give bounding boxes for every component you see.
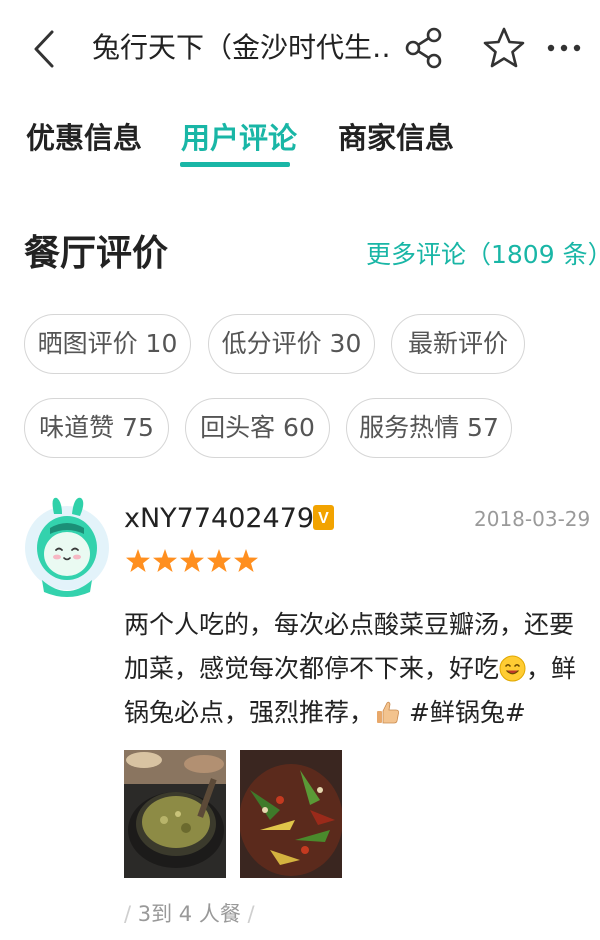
- avatar[interactable]: [24, 494, 110, 598]
- verified-badge-icon: V: [313, 505, 334, 530]
- more-reviews-link[interactable]: 更多评论（1809 条）: [366, 238, 600, 272]
- filter-chip-latest[interactable]: 最新评价: [391, 314, 525, 374]
- tab-bar: 优惠信息 用户评论 商家信息: [0, 112, 600, 172]
- review-text-part: #鲜锅兔#: [401, 698, 526, 727]
- filter-chip-returning[interactable]: 回头客 60: [185, 398, 330, 458]
- review-date: 2018-03-29: [474, 507, 591, 531]
- back-icon[interactable]: [30, 28, 62, 70]
- review-photo-soup[interactable]: [124, 750, 226, 878]
- review-photo-stir-fry[interactable]: [240, 750, 342, 878]
- review-text: 两个人吃的，每次必点酸菜豆瓣汤，还要加菜，感觉每次都停不下来，好吃 ，鲜锅兔必点…: [124, 603, 584, 735]
- share-icon[interactable]: [404, 26, 444, 70]
- star-icon: [153, 549, 177, 572]
- meal-size-tag: / 3到 4 人餐 /: [124, 902, 255, 926]
- star-icon: [234, 549, 258, 572]
- filter-chip-good-service[interactable]: 服务热情 57: [346, 398, 512, 458]
- rating-stars: [126, 549, 258, 572]
- tab-user-reviews[interactable]: 用户评论: [181, 118, 297, 158]
- star-icon: [126, 549, 150, 572]
- favorite-star-icon[interactable]: [482, 26, 526, 70]
- active-tab-indicator: [180, 162, 290, 167]
- tab-merchant-info[interactable]: 商家信息: [338, 118, 454, 158]
- filter-chip-low-rating[interactable]: 低分评价 30: [208, 314, 375, 374]
- review-username[interactable]: xNY774024792: [124, 502, 331, 536]
- more-icon[interactable]: [546, 36, 582, 60]
- svg-text:V: V: [318, 510, 329, 527]
- star-icon: [180, 549, 204, 572]
- section-title: 餐厅评价: [24, 233, 169, 274]
- page-title: 兔行天下（金沙时代生…: [92, 31, 392, 64]
- star-icon: [207, 549, 231, 572]
- top-bar: 兔行天下（金沙时代生…: [0, 0, 600, 98]
- tab-promotions[interactable]: 优惠信息: [26, 118, 142, 158]
- filter-chip-tasty[interactable]: 味道赞 75: [24, 398, 169, 458]
- filter-chip-photo-reviews[interactable]: 晒图评价 10: [24, 314, 191, 374]
- meal-size-label: 3到 4 人餐: [137, 902, 241, 926]
- smiley-emoji-icon: [499, 655, 526, 682]
- thumbs-up-emoji-icon: [377, 701, 399, 724]
